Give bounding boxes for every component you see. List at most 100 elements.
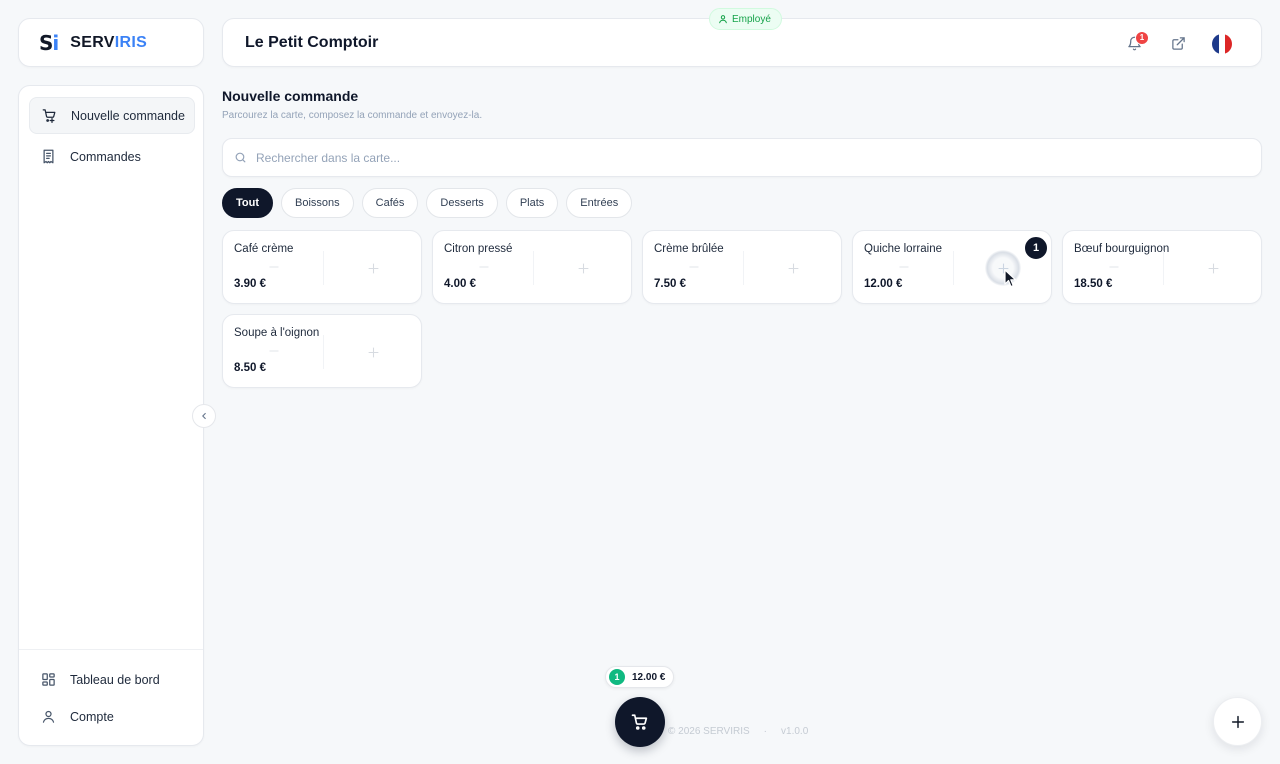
product-name: Soupe à l'oignon bbox=[234, 327, 320, 339]
search-icon bbox=[235, 152, 246, 163]
product-price: 12.00 € bbox=[864, 278, 903, 290]
logo[interactable]: Si SERVIRIS bbox=[18, 18, 204, 67]
sidebar-item-tableau-de-bord[interactable]: Tableau de bord bbox=[29, 661, 195, 698]
top-header: Le Petit Comptoir Employé 1 bbox=[222, 8, 1262, 68]
minus-icon bbox=[479, 266, 489, 268]
increment-button[interactable] bbox=[782, 257, 804, 279]
minus-icon bbox=[1109, 266, 1119, 268]
dashboard-icon bbox=[42, 673, 55, 686]
plus-icon bbox=[578, 263, 588, 273]
plus-icon bbox=[368, 263, 378, 273]
minus-icon bbox=[689, 266, 699, 268]
product-card[interactable]: Bœuf bourguignon 18.50 € bbox=[1062, 230, 1262, 304]
sidebar-item-label: Tableau de bord bbox=[70, 672, 160, 687]
product-card[interactable]: Café crème 3.90 € bbox=[222, 230, 422, 304]
open-external-button[interactable] bbox=[1156, 22, 1200, 66]
cart-total: 12.00 € bbox=[632, 671, 666, 683]
divider bbox=[953, 251, 954, 285]
minus-icon bbox=[899, 266, 909, 268]
product-price: 7.50 € bbox=[654, 278, 686, 290]
decrement-button[interactable] bbox=[263, 343, 285, 359]
increment-button[interactable] bbox=[362, 341, 384, 363]
plus-icon bbox=[788, 263, 798, 273]
cart-button[interactable] bbox=[615, 697, 665, 747]
category-chip-tout[interactable]: Tout bbox=[222, 188, 274, 218]
restaurant-name: Le Petit Comptoir bbox=[245, 33, 379, 51]
sidebar-item-label: Commandes bbox=[70, 149, 141, 164]
sidebar-item-commandes[interactable]: Commandes bbox=[29, 138, 195, 175]
product-price: 3.90 € bbox=[234, 278, 266, 290]
decrement-button[interactable] bbox=[263, 259, 285, 275]
product-name: Crème brûlée bbox=[654, 243, 724, 255]
sidebar-item-label: Compte bbox=[70, 709, 114, 724]
decrement-button[interactable] bbox=[1103, 259, 1125, 275]
cart-count-badge: 1 bbox=[609, 669, 625, 685]
page-title: Nouvelle commande bbox=[222, 88, 359, 104]
flag-fr-icon bbox=[1212, 33, 1232, 54]
sidebar-divider bbox=[19, 649, 203, 650]
minus-icon bbox=[269, 266, 279, 268]
cart-plus-icon bbox=[42, 109, 56, 123]
category-chip-entrees[interactable]: Entrées bbox=[566, 188, 633, 218]
divider bbox=[1163, 251, 1164, 285]
receipt-icon bbox=[43, 149, 54, 164]
decrement-button[interactable] bbox=[683, 259, 705, 275]
notification-count-badge: 1 bbox=[1135, 30, 1149, 45]
divider bbox=[533, 251, 534, 285]
increment-button[interactable] bbox=[1202, 257, 1224, 279]
add-fab-button[interactable] bbox=[1213, 697, 1262, 746]
chevron-left-icon bbox=[202, 412, 206, 420]
product-name: Bœuf bourguignon bbox=[1074, 243, 1170, 255]
product-card[interactable]: Soupe à l'oignon 8.50 € bbox=[222, 314, 422, 388]
footer-version: v1.0.0 bbox=[781, 726, 809, 737]
category-filters: Tout Boissons Cafés Desserts Plats Entré… bbox=[222, 188, 633, 218]
cart-summary[interactable]: 1 12.00 € bbox=[605, 666, 675, 688]
footer-separator: · bbox=[763, 726, 768, 737]
external-link-icon bbox=[1171, 37, 1185, 50]
plus-icon bbox=[1231, 715, 1244, 728]
role-badge: Employé bbox=[709, 8, 782, 30]
page-subtitle: Parcourez la carte, composez la commande… bbox=[222, 110, 483, 121]
plus-icon bbox=[368, 347, 378, 357]
cart-icon bbox=[631, 714, 648, 730]
product-name: Citron pressé bbox=[444, 243, 513, 255]
user-icon bbox=[42, 710, 55, 723]
category-chip-plats[interactable]: Plats bbox=[505, 188, 559, 218]
plus-icon bbox=[1208, 263, 1218, 273]
footer-copyright: © 2026 SERVIRIS bbox=[668, 726, 750, 737]
divider bbox=[323, 335, 324, 369]
mouse-cursor-icon bbox=[1004, 269, 1017, 288]
category-chip-desserts[interactable]: Desserts bbox=[426, 188, 498, 218]
role-badge-label: Employé bbox=[732, 13, 771, 25]
minus-icon bbox=[269, 350, 279, 352]
increment-button[interactable] bbox=[572, 257, 594, 279]
product-price: 4.00 € bbox=[444, 278, 476, 290]
quantity-badge: 1 bbox=[1023, 235, 1049, 261]
product-price: 18.50 € bbox=[1074, 278, 1113, 290]
logo-mark: Si bbox=[39, 30, 59, 55]
product-card[interactable]: Quiche lorraine 12.00 € 1 bbox=[852, 230, 1052, 304]
sidebar-item-label: Nouvelle commande bbox=[71, 108, 185, 123]
user-icon bbox=[719, 15, 727, 24]
logo-text: SERVIRIS bbox=[70, 33, 148, 51]
increment-button[interactable] bbox=[362, 257, 384, 279]
sidebar-item-compte[interactable]: Compte bbox=[29, 698, 195, 735]
product-card[interactable]: Crème brûlée 7.50 € bbox=[642, 230, 842, 304]
product-name: Café crème bbox=[234, 243, 294, 255]
language-button[interactable] bbox=[1200, 22, 1244, 66]
sidebar-collapse-button[interactable] bbox=[192, 404, 216, 428]
category-chip-cafes[interactable]: Cafés bbox=[361, 188, 419, 218]
sidebar-item-nouvelle-commande[interactable]: Nouvelle commande bbox=[29, 97, 195, 134]
category-chip-boissons[interactable]: Boissons bbox=[281, 188, 354, 218]
sidebar: Nouvelle commande Commandes Tableau de b… bbox=[18, 85, 204, 746]
header-actions: 1 bbox=[1112, 19, 1261, 68]
product-card[interactable]: Citron pressé 4.00 € bbox=[432, 230, 632, 304]
divider bbox=[323, 251, 324, 285]
product-name: Quiche lorraine bbox=[864, 243, 942, 255]
product-price: 8.50 € bbox=[234, 362, 266, 374]
notifications-button[interactable]: 1 bbox=[1112, 22, 1156, 66]
search-input[interactable] bbox=[256, 150, 1156, 165]
menu-search[interactable] bbox=[222, 138, 1262, 177]
decrement-button[interactable] bbox=[473, 259, 495, 275]
decrement-button[interactable] bbox=[893, 259, 915, 275]
